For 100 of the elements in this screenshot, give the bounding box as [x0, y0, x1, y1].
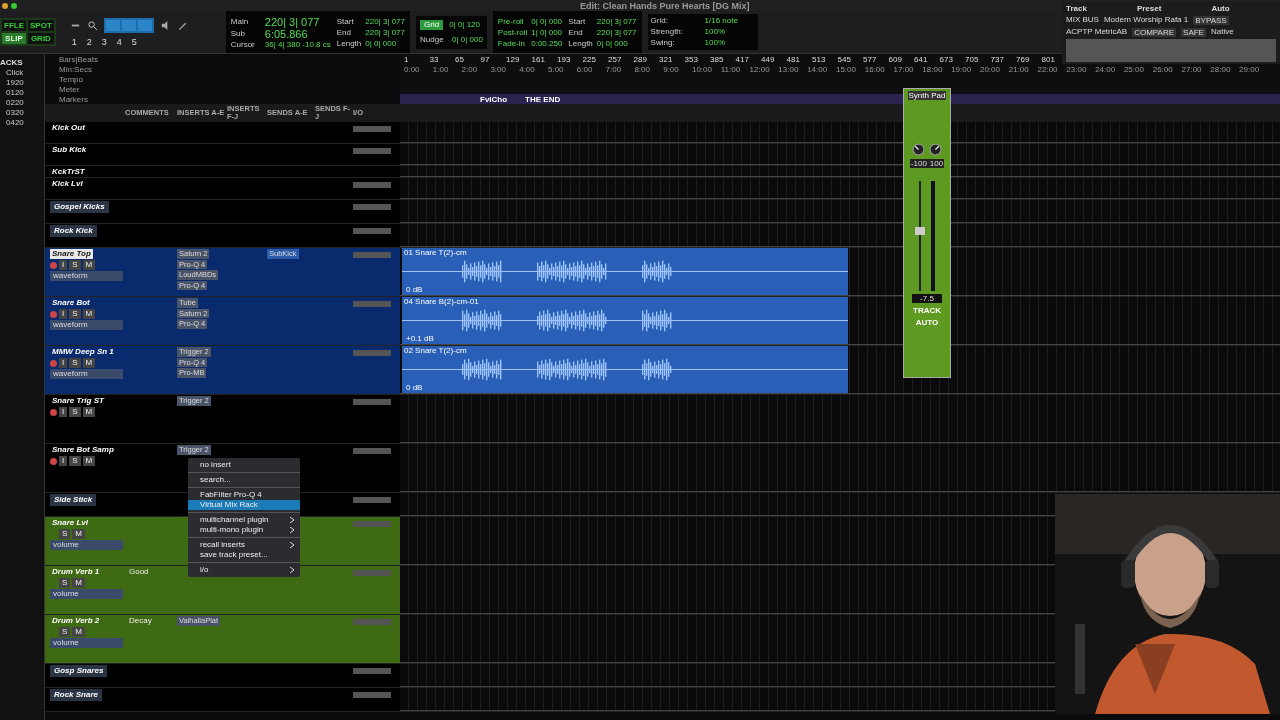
- track-button[interactable]: M: [82, 456, 96, 466]
- track-button[interactable]: M: [82, 309, 96, 319]
- track-button[interactable]: M: [82, 358, 96, 368]
- midi-value[interactable]: 100%: [704, 38, 726, 48]
- selection-value[interactable]: 0| 0| 000: [365, 37, 405, 49]
- track-button[interactable]: M: [72, 578, 85, 588]
- track-list-item[interactable]: 0220: [0, 98, 44, 107]
- track-button[interactable]: M: [72, 627, 85, 637]
- zoom-preset-button[interactable]: 1: [69, 36, 79, 47]
- marker[interactable]: THE END: [525, 94, 561, 104]
- record-button[interactable]: [50, 261, 57, 269]
- zoom-preset-button[interactable]: 3: [99, 36, 109, 47]
- track-name[interactable]: Drum Verb 2: [50, 616, 102, 626]
- record-button[interactable]: [50, 457, 57, 465]
- midi-value[interactable]: 100%: [704, 27, 726, 37]
- transport-label[interactable]: Pre-roll: [497, 15, 528, 27]
- grid-value[interactable]: 0| 0| 120: [449, 19, 480, 30]
- bypass-button[interactable]: BYPASS: [1193, 15, 1229, 25]
- search-icon[interactable]: [86, 19, 98, 31]
- track-button[interactable]: S: [69, 407, 81, 417]
- track-list-item[interactable]: 1920: [0, 78, 44, 87]
- track-list-item[interactable]: Click: [0, 68, 44, 77]
- audio-clip[interactable]: 01 Snare T(2)-cm 0 dB: [402, 248, 848, 295]
- track-button[interactable]: S: [59, 578, 71, 588]
- track-list-item[interactable]: 0420: [0, 118, 44, 127]
- transport-label[interactable]: Fade-in: [497, 37, 528, 49]
- track-button[interactable]: S: [59, 529, 71, 539]
- track-name[interactable]: MMW Deep Sn 1: [50, 347, 116, 357]
- track-view-selector[interactable]: waveform: [50, 320, 123, 330]
- track-button[interactable]: I: [59, 358, 68, 368]
- track-name[interactable]: Snare Top: [50, 249, 93, 259]
- edit-tools[interactable]: [103, 17, 154, 33]
- menu-item[interactable]: i/o: [188, 565, 300, 575]
- selection-value[interactable]: 220| 3| 077: [596, 26, 637, 38]
- menu-item[interactable]: Virtual Mix Rack: [188, 500, 300, 510]
- transport-value[interactable]: 0:00.250: [531, 37, 563, 49]
- selection-value[interactable]: 220| 3| 077: [596, 15, 637, 27]
- edit-mode-button[interactable]: SLIP: [2, 33, 26, 44]
- track-name[interactable]: Snare Trig ST: [50, 396, 106, 406]
- edit-mode-button[interactable]: FFLE: [2, 20, 26, 31]
- compare-button[interactable]: COMPARE: [1132, 27, 1177, 37]
- track-name[interactable]: Drum Verb 1: [50, 567, 102, 577]
- record-button[interactable]: [50, 408, 57, 416]
- track-view-selector[interactable]: volume: [50, 638, 123, 648]
- track-name[interactable]: Kick Out: [50, 123, 87, 133]
- edit-mode-button[interactable]: SPOT: [28, 20, 54, 31]
- counter-value[interactable]: 220| 3| 077: [264, 15, 331, 28]
- menu-item[interactable]: multichannel plugin: [188, 515, 300, 525]
- track-name[interactable]: Gospel Kicks: [50, 201, 109, 213]
- track-selector[interactable]: MIX BUS: [1066, 15, 1099, 25]
- selection-value[interactable]: 0| 0| 000: [596, 37, 637, 49]
- menu-item[interactable]: save track preset...: [188, 550, 300, 560]
- track-list-item[interactable]: 0320: [0, 108, 44, 117]
- track-name[interactable]: Side Stick: [50, 494, 97, 506]
- selection-value[interactable]: 220| 3| 077: [365, 15, 405, 27]
- track-name[interactable]: Rock Kick: [50, 225, 97, 237]
- track-button[interactable]: I: [59, 407, 68, 417]
- preset-selector[interactable]: Modern Worship Rafa 1: [1103, 15, 1189, 25]
- transport-label[interactable]: Post-roll: [497, 26, 528, 38]
- track-view-selector[interactable]: volume: [50, 540, 123, 550]
- menu-item[interactable]: multi-mono plugin: [188, 525, 300, 535]
- record-button[interactable]: [50, 310, 57, 318]
- track-name[interactable]: Kick Lvl: [50, 179, 85, 189]
- track-name[interactable]: Sub Kick: [50, 145, 89, 155]
- track-button[interactable]: M: [82, 407, 96, 417]
- menu-item[interactable]: FabFilter Pro-Q 4: [188, 490, 300, 500]
- transport-value[interactable]: 0| 0| 000: [531, 15, 563, 27]
- grid-button[interactable]: Grid: [420, 19, 444, 30]
- track-view-selector[interactable]: waveform: [50, 271, 123, 281]
- plugin-selector[interactable]: ACPTP MetricAB: [1066, 27, 1128, 37]
- track-button[interactable]: I: [59, 456, 68, 466]
- track-button[interactable]: S: [59, 627, 71, 637]
- track-lane[interactable]: 01 Snare T(2)-cm 0 dB: [400, 248, 1280, 296]
- track-button[interactable]: I: [59, 309, 68, 319]
- zoom-preset-button[interactable]: 5: [129, 36, 139, 47]
- nudge-value[interactable]: 0| 0| 000: [452, 34, 483, 45]
- track-button[interactable]: M: [72, 529, 85, 539]
- fader-handle[interactable]: [915, 226, 925, 235]
- track-lane[interactable]: 02 Snare T(2)-cm 0 dB: [400, 346, 1280, 394]
- track-view-selector[interactable]: volume: [50, 589, 123, 599]
- pan-knob[interactable]: [912, 143, 925, 156]
- track-button[interactable]: S: [69, 309, 81, 319]
- transport-value[interactable]: 1| 0| 000: [531, 26, 563, 38]
- track-list-item[interactable]: 0120: [0, 88, 44, 97]
- track-name[interactable]: Snare Bot Samp: [50, 445, 116, 455]
- track-name[interactable]: Gosp Snares: [50, 665, 108, 677]
- menu-item[interactable]: recall inserts: [188, 540, 300, 550]
- track-name[interactable]: Rock Snare: [50, 689, 103, 701]
- safe-button[interactable]: SAFE: [1181, 27, 1206, 37]
- record-button[interactable]: [50, 359, 57, 367]
- selection-value[interactable]: 220| 3| 077: [365, 26, 405, 38]
- menu-item[interactable]: no insert: [188, 460, 300, 470]
- counter-value[interactable]: 6:05.866: [264, 27, 331, 40]
- track-name[interactable]: KckTrST: [50, 167, 87, 177]
- track-name[interactable]: Snare Bot: [50, 298, 92, 308]
- pan-knob[interactable]: [929, 143, 942, 156]
- track-button[interactable]: S: [69, 456, 81, 466]
- track-button[interactable]: S: [69, 358, 81, 368]
- zoom-preset-button[interactable]: 2: [84, 36, 94, 47]
- audio-clip[interactable]: 04 Snare B(2)-cm-01 +0.1 dB: [402, 297, 848, 344]
